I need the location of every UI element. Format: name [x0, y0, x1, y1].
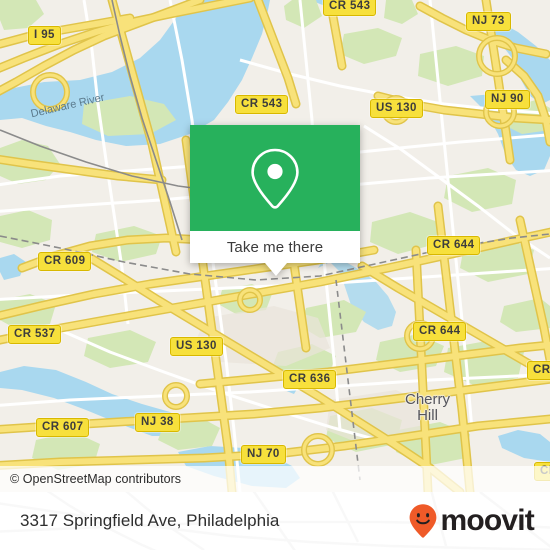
road-shield-nj-38[interactable]: NJ 38: [135, 413, 180, 432]
road-shield-us-130-south[interactable]: US 130: [170, 337, 223, 356]
road-shield-cr-644-north[interactable]: CR 644: [427, 236, 481, 255]
moovit-logo[interactable]: moovit: [408, 503, 535, 539]
map-canvas[interactable]: Delaware River Cherry Hill I 95 CR 543 N…: [0, 0, 550, 492]
road-shield-cr-543-top[interactable]: CR 543: [323, 0, 377, 16]
callout-action-bar[interactable]: Take me there: [190, 231, 360, 263]
road-shield-cr-607[interactable]: CR 607: [36, 418, 90, 437]
moovit-wordmark: moovit: [440, 504, 534, 537]
road-shield-cr-609[interactable]: CR 609: [38, 252, 92, 271]
map-attribution-bar: © OpenStreetMap contributors: [0, 466, 550, 492]
callout-tail: [265, 263, 287, 276]
road-shield-cr-644-south[interactable]: CR 644: [413, 322, 467, 341]
road-shield-cr-537[interactable]: CR 537: [8, 325, 62, 344]
attribution-text[interactable]: © OpenStreetMap contributors: [10, 472, 181, 486]
road-shield-nj-70[interactable]: NJ 70: [241, 445, 286, 464]
road-shield-nj-73[interactable]: NJ 73: [466, 12, 511, 31]
moovit-pin-smiley-icon: [410, 504, 437, 538]
location-address: 3317 Springfield Ave, Philadelphia: [20, 511, 280, 530]
map-screenshot: Delaware River Cherry Hill I 95 CR 543 N…: [0, 0, 550, 550]
road-shield-cr-543[interactable]: CR 543: [235, 95, 289, 114]
road-shield-cr-6-partial[interactable]: CR 6: [527, 361, 550, 380]
footer-bar: 3317 Springfield Ave, Philadelphia moovi…: [0, 492, 550, 550]
road-shield-i-95[interactable]: I 95: [28, 26, 61, 45]
road-shield-us-130-north[interactable]: US 130: [370, 99, 423, 118]
road-shield-cr-636[interactable]: CR 636: [283, 370, 337, 389]
location-callout[interactable]: Take me there: [190, 125, 360, 276]
callout-pin-panel: [190, 125, 360, 231]
location-pin-icon: [251, 148, 299, 209]
road-shield-nj-90[interactable]: NJ 90: [485, 90, 530, 109]
take-me-there-label: Take me there: [226, 238, 324, 256]
